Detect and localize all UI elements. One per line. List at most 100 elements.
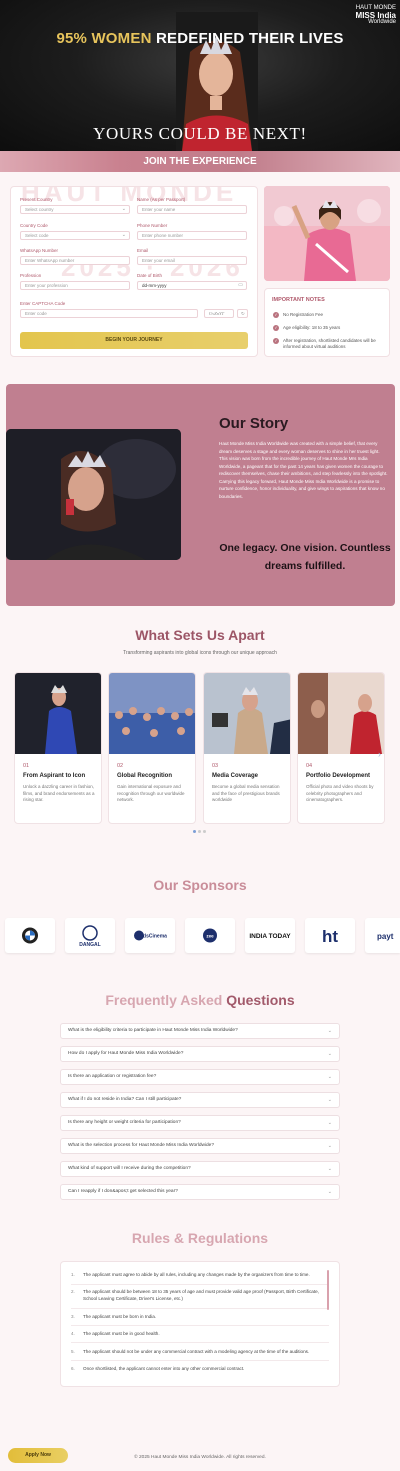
dangal-logo-icon: DANGAL: [79, 925, 101, 948]
hero-tagline: YOURS COULD BE NEXT!: [93, 124, 307, 143]
phone-input[interactable]: Enter phone number: [137, 231, 247, 240]
feature-image: [204, 673, 290, 754]
feature-description: Unlock a dazzling career in fashion, fil…: [23, 784, 95, 802]
features-title: What Sets Us Apart: [135, 627, 265, 643]
check-icon: ✓: [273, 325, 279, 331]
chevron-down-icon: ⌄: [327, 1051, 332, 1057]
important-notes-card: IMPORTANT NOTES ✓ No Registration Fee ✓ Ag…: [264, 288, 390, 357]
sponsor-logo[interactable]: zee: [185, 918, 235, 953]
story-paragraph: Haut Monde Miss India Worldwide was crea…: [219, 441, 380, 454]
note-item: ✓ Age eligibility: 18 to 35 years: [273, 325, 341, 331]
faq-item[interactable]: What is the selection process for Haut M…: [60, 1138, 340, 1154]
feature-description: Become a global media sensation and the …: [212, 784, 280, 802]
dscinema-logo-icon: dsCinema: [134, 930, 167, 941]
feature-card[interactable]: 04 Portfolio Development Official photo …: [297, 672, 385, 824]
notes-title: IMPORTANT NOTES: [272, 297, 325, 303]
story-title: Our Story: [219, 415, 289, 432]
registration-form: HAUT MONDE 2025 · 2026 Present Country S…: [10, 186, 258, 357]
whatsapp-input[interactable]: Enter WhatsApp number: [20, 256, 130, 265]
join-experience-banner: JOIN THE EXPERIENCE: [0, 151, 400, 172]
brand-logo[interactable]: HAUT MONDE MISS India Worldwide: [342, 5, 396, 31]
refresh-captcha-icon[interactable]: ↻: [237, 309, 248, 318]
feature-image: [15, 673, 101, 754]
sponsor-name: zee: [206, 934, 214, 939]
country-code-select[interactable]: Select code ⌄: [20, 231, 130, 240]
feature-number: 03: [212, 763, 219, 769]
chevron-down-icon: ⌄: [327, 1028, 332, 1034]
faq-item[interactable]: Is there an application or registration …: [60, 1069, 340, 1085]
chevron-down-icon: ⌄: [327, 1074, 332, 1080]
note-item: ✓ After registration, shortlisted candida…: [273, 338, 376, 349]
chevron-down-icon: ⌄: [121, 232, 126, 238]
begin-journey-button[interactable]: BEGIN YOUR JOURNEY: [20, 332, 248, 349]
email-label: Email: [137, 248, 149, 253]
sponsor-logo[interactable]: ht: [305, 918, 355, 953]
present-country-label: Present Country: [20, 197, 53, 202]
faq-item[interactable]: What kind of support will I receive duri…: [60, 1161, 340, 1177]
captcha-input[interactable]: Enter code: [20, 309, 198, 318]
carousel-dot[interactable]: [193, 830, 196, 833]
feature-description: Gain international exposure and recognit…: [117, 784, 185, 802]
note-item: ✓ No Registration Fee: [273, 312, 324, 318]
chevron-down-icon: ⌄: [327, 1143, 332, 1149]
faq-title: Frequently Asked Questions: [105, 992, 295, 1008]
story-paragraph: This vision was born from the incredible…: [219, 456, 388, 476]
country-code-label: Country Code: [20, 223, 48, 228]
logo-main-text: MISS India: [355, 11, 396, 20]
zee-logo-icon: zee: [203, 928, 217, 943]
carousel-dot[interactable]: [198, 830, 201, 833]
name-input[interactable]: Enter your name: [137, 205, 247, 214]
feature-number: 02: [117, 763, 124, 769]
check-icon: ✓: [273, 338, 279, 344]
check-icon: ✓: [273, 312, 279, 318]
sponsor-name: BMW: [30, 950, 33, 952]
name-label: Name (As per Passport): [137, 197, 186, 202]
story-paragraph: Carrying this legacy forward, Haut Monde…: [219, 478, 385, 499]
sponsor-name: ht: [322, 927, 338, 946]
sponsor-logo[interactable]: dsCinema: [125, 918, 175, 953]
story-photo: [6, 429, 181, 560]
hero-banner: 95% WOMEN REDEFINED THEIR LIVES HAUT MON…: [0, 0, 400, 151]
sponsors-title: Our Sponsors: [153, 877, 247, 893]
carousel-dot[interactable]: [203, 830, 206, 833]
india-today-logo-icon: INDIA TODAY: [249, 933, 291, 940]
feature-number: 01: [23, 763, 30, 769]
calendar-icon[interactable]: ▭: [238, 282, 243, 289]
profession-input[interactable]: Enter your profession: [20, 281, 130, 290]
chevron-down-icon: ⌄: [121, 206, 126, 212]
faq-item[interactable]: What is the eligibility criteria to part…: [60, 1023, 340, 1039]
feature-card[interactable]: 01 From Aspirant to Icon Unlock a dazzli…: [14, 672, 102, 824]
features-subtitle: Transforming aspirants into global icons…: [123, 650, 277, 656]
rule-item: 5. The applicant should not be under any …: [71, 1349, 329, 1361]
faq-item[interactable]: Is there any height or weight criteria f…: [60, 1115, 340, 1131]
rule-item: 1. The applicant must agree to abide by a…: [71, 1272, 329, 1285]
phone-label: Phone Number: [137, 223, 168, 228]
captcha-label: Enter CAPTCHA Code: [20, 301, 66, 306]
winner-photo: [264, 186, 390, 281]
feature-card[interactable]: 03 Media Coverage Become a global media …: [203, 672, 291, 824]
rule-item: 3. The applicant must be born in India.: [71, 1314, 329, 1326]
chevron-down-icon: ⌄: [327, 1120, 332, 1126]
rules-scrollbar[interactable]: [327, 1270, 329, 1310]
faq-item[interactable]: How do I apply for Haut Monde Miss India…: [60, 1046, 340, 1062]
ht-logo-icon: ht: [322, 927, 338, 946]
feature-title: Global Recognition: [117, 773, 172, 779]
chevron-right-icon[interactable]: ›: [378, 749, 381, 759]
rules-title: Rules & Regulations: [131, 1230, 269, 1246]
email-input[interactable]: Enter your email: [137, 256, 247, 265]
sponsor-logo[interactable]: payt: [365, 918, 400, 953]
sponsor-logo[interactable]: INDIA TODAY: [245, 918, 295, 953]
whatsapp-label: WhatsApp Number: [20, 248, 59, 253]
faq-item[interactable]: Can I reapply if I don&apos;t get select…: [60, 1184, 340, 1200]
rules-list[interactable]: 1. The applicant must agree to abide by a…: [60, 1261, 340, 1387]
sponsor-logo[interactable]: BMW: [5, 918, 55, 953]
dob-input[interactable]: dd-mm-yyyy ▭: [137, 281, 247, 290]
sponsor-logo[interactable]: DANGAL: [65, 918, 115, 953]
feature-image: [298, 673, 384, 754]
feature-number: 04: [306, 763, 313, 769]
faq-item[interactable]: What if I do not reside in India? Can I …: [60, 1092, 340, 1108]
feature-card[interactable]: 02 Global Recognition Gain international…: [108, 672, 196, 824]
apply-now-button[interactable]: Apply Now: [8, 1448, 68, 1463]
sponsor-name: dsCinema: [143, 934, 167, 940]
present-country-select[interactable]: Select country ⌄: [20, 205, 130, 214]
